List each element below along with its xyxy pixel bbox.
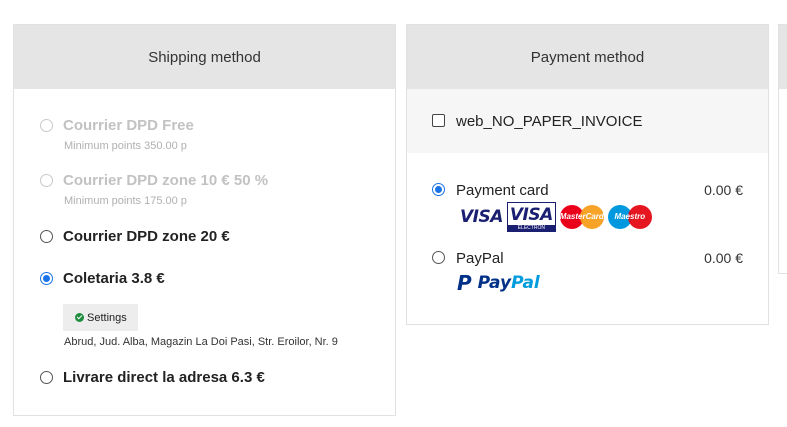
shipping-option-coletaria-radio[interactable] (40, 272, 53, 285)
next-panel-header (779, 25, 787, 89)
paypal-label[interactable]: PayPal (456, 250, 504, 267)
maestro-logo: Maestro (607, 203, 652, 231)
paypal-wordmark: PayPal (477, 273, 540, 293)
shipping-method-title: Shipping method (14, 25, 395, 89)
visa-electron-text: VISA (509, 205, 553, 225)
settings-button[interactable]: Settings (63, 304, 138, 331)
paypal-p-icon: P (457, 271, 472, 295)
visa-electron-logo: VISA ELECTRON (506, 202, 556, 232)
payment-method-panel: Payment method web_NO_PAPER_INVOICE Paym… (406, 24, 769, 325)
card-logos: VISA VISA ELECTRON MasterCard Maestro (460, 202, 652, 232)
payment-method-title: Payment method (407, 25, 768, 89)
settings-button-label: Settings (87, 311, 127, 324)
payment-card-price: 0.00 € (704, 182, 743, 198)
shipping-option-dpd-zone20-radio[interactable] (40, 230, 53, 243)
shipping-option-dpd-zone10-minimum: Minimum points 175.00 p (64, 195, 187, 207)
mastercard-text: MasterCard (559, 212, 604, 221)
payment-card-label[interactable]: Payment card (456, 182, 549, 199)
shipping-option-dpd-zone10-radio (40, 174, 53, 187)
paypal-logo: P PayPal (457, 271, 540, 295)
shipping-option-dpd-free-label: Courrier DPD Free (63, 117, 194, 134)
next-panel-partial (778, 24, 787, 274)
shipping-method-panel: Shipping method Courrier DPD Free Minimu… (13, 24, 396, 416)
shipping-option-direct-radio[interactable] (40, 371, 53, 384)
paypal-price: 0.00 € (704, 250, 743, 266)
check-circle-icon (75, 313, 84, 322)
shipping-option-dpd-free-minimum: Minimum points 350.00 p (64, 140, 187, 152)
shipping-option-coletaria-label[interactable]: Coletaria 3.8 € (63, 270, 165, 287)
paypal-radio[interactable] (432, 251, 445, 264)
shipping-option-dpd-zone20-label[interactable]: Courrier DPD zone 20 € (63, 228, 230, 245)
shipping-option-direct-label[interactable]: Livrare direct la adresa 6.3 € (63, 369, 265, 386)
no-paper-invoice-checkbox[interactable] (432, 114, 445, 127)
shipping-option-dpd-zone10-label: Courrier DPD zone 10 € 50 % (63, 172, 269, 189)
shipping-option-dpd-free-radio (40, 119, 53, 132)
visa-logo: VISA (460, 207, 503, 227)
no-paper-invoice-label[interactable]: web_NO_PAPER_INVOICE (456, 113, 642, 130)
payment-card-radio[interactable] (432, 183, 445, 196)
electron-text: ELECTRON (507, 225, 555, 231)
mastercard-logo: MasterCard (559, 203, 604, 231)
maestro-text: Maestro (614, 212, 646, 221)
pickup-address: Abrud, Jud. Alba, Magazin La Doi Pasi, S… (64, 336, 338, 348)
